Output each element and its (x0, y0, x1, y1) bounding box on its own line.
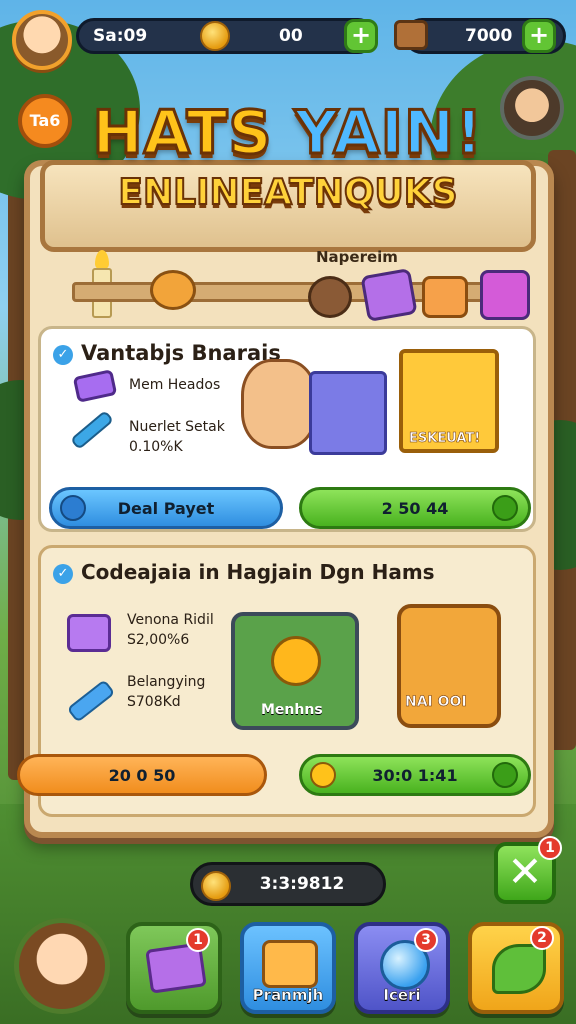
flame-icon (95, 250, 109, 270)
gold-total-value: 3:3:9812 (259, 874, 345, 894)
offer-2-item-2-label: Belangying S708Kd (127, 672, 205, 712)
offer-panel-2: ✓ Codeajaia in Hagjain Dgn Hams Venona Ri… (17, 545, 536, 817)
nav-profile-avatar[interactable] (14, 918, 110, 1014)
buy-offer-1-label: 2 50 44 (381, 498, 449, 518)
gold-total-pill: 3:3:9812 (190, 862, 386, 906)
page-title: HATS YAIN! (0, 97, 576, 170)
buy-offer-2-right-button[interactable]: 30:0 1:41 (299, 754, 531, 796)
close-icon: ✕ (507, 847, 543, 896)
pink-gift-icon[interactable] (480, 270, 530, 320)
nav-orb-badge-count: 3 (421, 932, 431, 948)
offer-panel-1: ✓ Vantabjs Bnarais Mem Heados Nuerlet Set… (38, 326, 536, 532)
offer-1-item-2-value: 0.10%K (129, 439, 183, 455)
purple-gift-icon[interactable] (360, 268, 418, 322)
box-icon (67, 614, 111, 652)
buy-offer-2-left-button[interactable]: 20 0 50 (17, 754, 267, 796)
gems-value: 7000 (465, 26, 513, 46)
deal-payet-button[interactable]: Deal Payet (49, 487, 283, 529)
plus-icon: + (350, 21, 372, 49)
card-label: Menhns (261, 702, 323, 718)
check-icon: ✓ (53, 345, 73, 365)
deal-payet-label: Deal Payet (117, 498, 215, 518)
title-part-2: YAIN! (293, 97, 484, 170)
buy-offer-2-right-label: 30:0 1:41 (372, 765, 458, 785)
close-notification-badge: 1 (538, 836, 562, 860)
hero-character-icon (241, 359, 317, 449)
add-gems-button[interactable]: + (522, 19, 556, 53)
offer-2-item-1-label: Venona Ridil S2,00%6 (127, 610, 214, 650)
shelf-label: Napereim (316, 248, 398, 266)
rocket-icon (66, 679, 116, 723)
coin-icon (201, 871, 231, 901)
nav-orb-label: Iceri (383, 986, 421, 1005)
offer-panel-2-title-row: ✓ Codeajaia in Hagjain Dgn Hams (53, 560, 435, 584)
offer-1-item-2-name: Nuerlet Setak (129, 419, 225, 435)
check-icon: ✓ (53, 564, 73, 584)
offer-panel-1-title-row: ✓ Vantabjs Bnarais (53, 341, 281, 365)
offer-panel-2-title: Codeajaia in Hagjain Dgn Hams (81, 560, 435, 584)
fox-critter-icon (150, 270, 196, 310)
offer-2-item-1-name: Venona Ridil (127, 612, 214, 628)
offer-2-item-1-value: S2,00%6 (127, 632, 190, 648)
leaf-icon (492, 944, 546, 994)
nav-leaf-badge: 2 (530, 926, 554, 950)
fox-chest-label: NAI OOI (405, 694, 467, 711)
offer-1-item-2-label: Nuerlet Setak 0.10%K (129, 417, 225, 457)
plus-icon (492, 762, 518, 788)
buy-offer-1-button[interactable]: 2 50 44 (299, 487, 531, 529)
gem-icon (60, 495, 86, 521)
nav-leaf-badge-count: 2 (537, 930, 547, 946)
chest-label: ESKEUAT! (409, 431, 481, 447)
page-subtitle: ENLINEATNQUKS (117, 171, 458, 214)
bear-critter-icon (308, 276, 352, 318)
ticket-icon (72, 369, 118, 403)
offer-2-item-2-name: Belangying (127, 674, 206, 690)
map-scroll-icon (262, 940, 318, 988)
nav-map-label: Pranmjh (252, 986, 324, 1005)
sun-icon (310, 762, 336, 788)
nav-map-button[interactable]: Pranmjh (240, 922, 336, 1014)
coins-value: 00 (279, 26, 303, 46)
coin-icon (200, 21, 230, 51)
paintbrush-icon (69, 409, 115, 451)
add-coins-button[interactable]: + (344, 19, 378, 53)
orange-gift-icon[interactable] (422, 276, 468, 318)
buy-offer-2-left-label: 20 0 50 (108, 765, 176, 785)
offer-panel-1-title: Vantabjs Bnarais (81, 341, 281, 365)
mystery-box-icon (309, 371, 387, 455)
character-card[interactable]: Menhns (231, 612, 359, 730)
chest-icon (394, 20, 428, 50)
title-part-1: HATS (91, 97, 273, 170)
close-badge-count: 1 (545, 840, 555, 856)
offer-2-item-2-value: S708Kd (127, 694, 181, 710)
player-avatar[interactable] (12, 10, 72, 70)
top-resource-bar: Sa:09 00 + 7000 + (10, 8, 566, 70)
nav-mail-badge-count: 1 (193, 932, 203, 948)
sun-coin-icon (271, 636, 321, 686)
nav-mail-badge: 1 (186, 928, 210, 952)
nav-orb-badge: 3 (414, 928, 438, 952)
player-label: Sa:09 (93, 26, 148, 46)
plus-icon (492, 495, 518, 521)
offer-1-item-1-label: Mem Heados (129, 377, 221, 393)
plus-icon: + (528, 21, 550, 49)
